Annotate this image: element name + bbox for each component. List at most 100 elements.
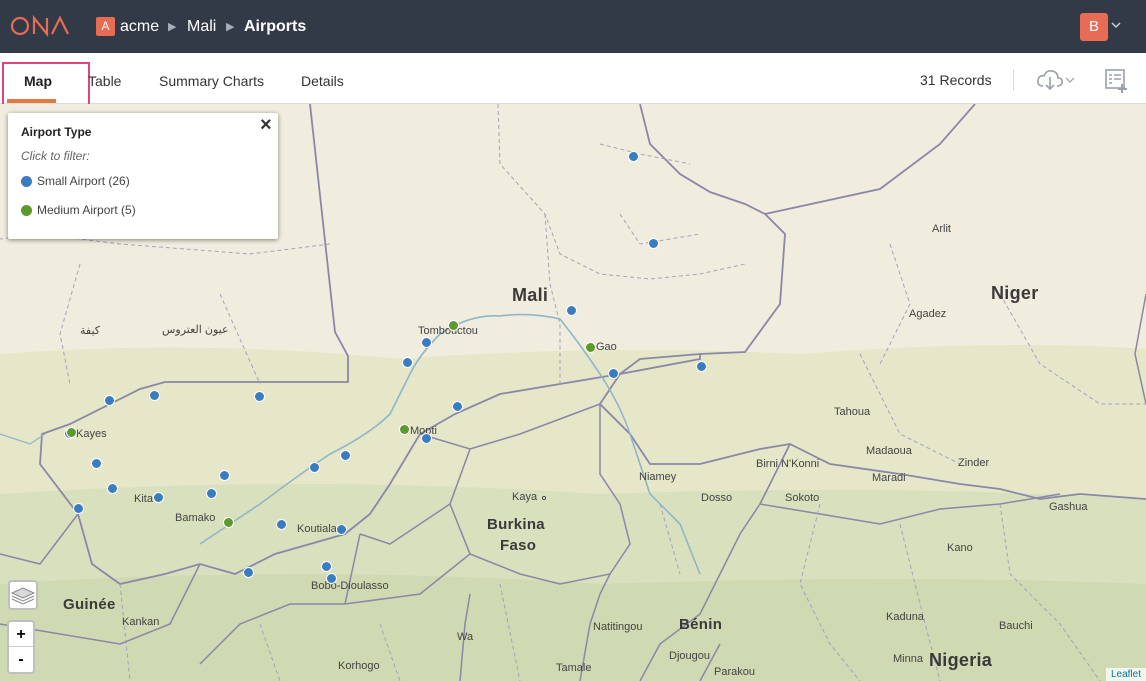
place-label: Arlit	[932, 223, 951, 235]
airport-marker-small[interactable]	[206, 488, 217, 499]
airport-marker-medium[interactable]	[66, 427, 77, 438]
airport-marker-small[interactable]	[73, 503, 84, 514]
zoom-out-button[interactable]: -	[9, 647, 33, 672]
tab-map-highlight	[2, 62, 90, 110]
legend-item-label: Small Airport (26)	[37, 174, 130, 188]
records-count: 31 Records	[920, 72, 992, 88]
breadcrumb-separator-icon: ▶	[168, 21, 177, 33]
small-airport-dot-icon	[21, 175, 32, 187]
tab-details[interactable]: Details	[301, 73, 344, 89]
airport-marker-medium[interactable]	[585, 342, 596, 353]
country-label-nigeria: Nigeria	[929, 650, 993, 670]
map-attribution-link[interactable]: Leaflet	[1105, 668, 1146, 681]
place-label: Tahoua	[834, 406, 871, 418]
place-label: Kita	[134, 493, 153, 505]
place-dot-icon	[542, 496, 546, 500]
place-label: Minna	[893, 653, 923, 665]
place-label: Maradi	[872, 472, 906, 484]
layers-button[interactable]	[8, 580, 38, 610]
airport-marker-small[interactable]	[91, 458, 102, 469]
place-label: Madaoua	[866, 445, 912, 457]
tab-summary-charts[interactable]: Summary Charts	[159, 73, 264, 89]
airport-marker-small[interactable]	[309, 462, 320, 473]
place-label: Gao	[596, 341, 617, 353]
airport-marker-small[interactable]	[321, 561, 332, 572]
airport-marker-small[interactable]	[696, 361, 707, 372]
legend-item-label: Medium Airport (5)	[37, 203, 136, 217]
airport-marker-small[interactable]	[243, 567, 254, 578]
country-label-burkina: Burkina	[487, 516, 545, 533]
view-tabs-bar: Map Table Summary Charts Details 31 Reco…	[0, 53, 1146, 110]
airport-marker-small[interactable]	[402, 357, 413, 368]
legend-hint: Click to filter:	[21, 149, 90, 163]
place-label: Niamey	[639, 471, 677, 483]
tab-table[interactable]: Table	[88, 73, 121, 89]
zoom-in-button[interactable]: +	[9, 622, 33, 647]
place-label: Kankan	[122, 616, 160, 628]
airport-marker-small[interactable]	[648, 238, 659, 249]
airport-marker-medium[interactable]	[448, 320, 459, 331]
breadcrumb-org[interactable]: acme	[120, 0, 159, 53]
zoom-control: + -	[7, 620, 35, 674]
country-label-faso: Faso	[500, 537, 537, 554]
place-label: Djougou	[669, 650, 710, 662]
breadcrumb-form: Airports	[244, 17, 307, 35]
airport-marker-small[interactable]	[107, 483, 118, 494]
airport-marker-small[interactable]	[336, 524, 347, 535]
airport-marker-small[interactable]	[326, 573, 337, 584]
place-label: كيفة	[80, 325, 101, 337]
breadcrumb-separator-icon: ▶	[226, 21, 235, 33]
cloud-download-icon[interactable]	[1036, 68, 1076, 92]
airport-marker-small[interactable]	[104, 395, 115, 406]
place-label: Koutiala	[297, 523, 337, 535]
airport-marker-small[interactable]	[153, 492, 164, 503]
airport-marker-small[interactable]	[276, 519, 287, 530]
user-avatar[interactable]: B	[1080, 13, 1108, 41]
airport-marker-small[interactable]	[566, 305, 577, 316]
medium-airport-dot-icon	[21, 204, 32, 216]
place-label: Sokoto	[785, 492, 820, 504]
legend-item-small-airport[interactable]: Small Airport (26)	[21, 174, 130, 188]
place-label: Kano	[947, 542, 973, 554]
place-label: Bauchi	[999, 620, 1033, 632]
place-label: Gashua	[1049, 501, 1088, 513]
legend-item-medium-airport[interactable]: Medium Airport (5)	[21, 203, 136, 217]
airport-marker-small[interactable]	[219, 470, 230, 481]
place-label: Birni N'Konni	[756, 458, 820, 470]
place-label: Dosso	[701, 492, 733, 504]
airport-marker-small[interactable]	[628, 151, 639, 162]
country-label-guinee: Guinée	[63, 596, 116, 613]
place-label: عيون العتروس	[162, 324, 229, 336]
ona-logo[interactable]	[10, 13, 72, 39]
place-label: Kaduna	[886, 611, 924, 623]
airport-marker-medium[interactable]	[399, 424, 410, 435]
country-label-niger: Niger	[991, 283, 1039, 303]
place-label: Tamale	[556, 662, 592, 674]
airport-marker-small[interactable]	[149, 390, 160, 401]
airport-marker-small[interactable]	[254, 391, 265, 402]
close-icon[interactable]: ×	[260, 114, 272, 137]
place-label: Kayes	[76, 428, 107, 440]
org-badge: A	[96, 17, 115, 36]
breadcrumb-project[interactable]: Mali	[187, 0, 216, 53]
place-label: Bamako	[175, 512, 216, 524]
legend-title: Airport Type	[21, 125, 92, 139]
map-view[interactable]: Mali Niger Burkina Faso Guinée Bénin Nig…	[0, 104, 1146, 681]
airport-marker-small[interactable]	[340, 450, 351, 461]
place-label: Kaya	[512, 491, 546, 503]
airport-marker-small[interactable]	[608, 368, 619, 379]
airport-marker-small[interactable]	[421, 337, 432, 348]
place-label: Natitingou	[593, 621, 643, 633]
country-label-mali: Mali	[512, 285, 549, 305]
chevron-down-icon[interactable]	[1111, 20, 1121, 30]
top-navigation-bar: A acme ▶ Mali ▶ Airports B	[0, 0, 1146, 53]
airport-marker-small[interactable]	[421, 433, 432, 444]
place-label: Bobo-Dioulasso	[311, 580, 389, 592]
place-label: Wa	[457, 631, 474, 643]
airport-marker-medium[interactable]	[223, 517, 234, 528]
country-label-benin: Bénin	[679, 616, 723, 633]
add-record-icon[interactable]	[1104, 68, 1130, 94]
place-label: Zinder	[958, 457, 990, 469]
airport-type-legend: Airport Type × Click to filter: Small Ai…	[8, 113, 278, 239]
airport-marker-small[interactable]	[452, 401, 463, 412]
